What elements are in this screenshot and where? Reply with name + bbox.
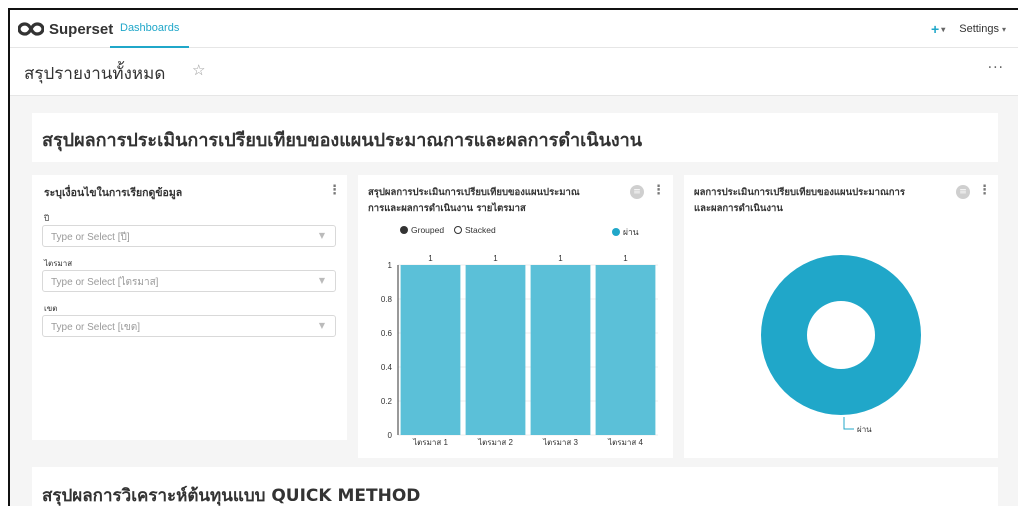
new-menu-button[interactable]: + ▾ (931, 21, 945, 37)
brand-logo[interactable]: Superset (18, 19, 113, 39)
bar-value-label: 1 (428, 254, 433, 263)
bar[interactable] (595, 265, 656, 435)
radio-unselected-icon (454, 226, 462, 234)
control-stacked-label: Stacked (465, 225, 496, 235)
radio-selected-icon (400, 226, 408, 234)
control-grouped-label: Grouped (411, 225, 445, 235)
dashboard-more-button[interactable]: ··· (988, 60, 1004, 76)
chevron-down-icon: ▼ (318, 321, 325, 330)
legend-item-pass[interactable]: ผ่าน (612, 225, 639, 239)
donut-slice[interactable] (761, 255, 921, 415)
chevron-down-icon: ▼ (318, 276, 325, 285)
bar-chart-title-line2: การและผลการดำเนินงาน รายไตรมาส (368, 203, 526, 214)
section-header-card-2: สรุปผลการวิเคราะห์ต้นทุนแบบ QUICK METHOD (32, 467, 998, 506)
plus-icon: + (931, 21, 940, 37)
filter-box-title: ระบุเงื่อนไขในการเรียกดูข้อมูล (44, 187, 183, 199)
donut-chart-title-line2: และผลการดำเนินงาน (694, 203, 783, 214)
bar-value-label: 1 (623, 254, 628, 263)
filter-select-year-placeholder: Type or Select [ปี] (51, 232, 130, 243)
section-header-text: สรุปผลการประเมินการเปรียบเทียบของแผนประม… (42, 130, 643, 151)
x-tick-label: ไตรมาส 4 (607, 438, 643, 447)
filter-select-quarter-placeholder: Type or Select [ไตรมาส] (51, 277, 159, 288)
x-tick-label: ไตรมาส 3 (542, 438, 578, 447)
card-menu-icon[interactable]: ⋮ (652, 183, 665, 198)
donut-chart-title-line1: ผลการประเมินการเปรียบเทียบของแผนประมาณกา… (694, 187, 905, 198)
y-tick-label: 0.6 (381, 329, 393, 338)
filter-select-zone[interactable]: Type or Select [เขต] ▼ (42, 315, 336, 337)
x-tick-label: ไตรมาส 1 (412, 438, 448, 447)
bar-chart-card: สรุปผลการประเมินการเปรียบเทียบของแผนประม… (358, 175, 673, 458)
x-tick-label: ไตรมาส 2 (477, 438, 513, 447)
slice-label-leader (843, 417, 854, 430)
nav-tab-dashboards[interactable]: Dashboards (110, 10, 190, 48)
bar-value-label: 1 (558, 254, 563, 263)
y-tick-label: 0.2 (381, 397, 393, 406)
card-menu-icon[interactable]: ⋮ (328, 183, 341, 198)
filter-select-quarter[interactable]: Type or Select [ไตรมาส] ▼ (42, 270, 336, 292)
app-frame: Superset Dashboards + ▾ Settings ▾ สรุปร… (8, 8, 1018, 506)
control-grouped[interactable]: Grouped (400, 225, 444, 235)
donut-chart-plot: ผ่าน (761, 255, 921, 434)
filter-indicator-icon[interactable]: ≡ (956, 185, 970, 199)
bar-chart-plot: 0 0.2 0.4 0.6 0.8 1 1 ไตรมาส 1 1 ไตรมาส 2 1 ไตรมาส … (381, 254, 658, 447)
slice-label: ผ่าน (857, 425, 872, 434)
filter-label-quarter: ไตรมาส (44, 259, 73, 268)
top-navbar: Superset Dashboards + ▾ Settings ▾ (10, 10, 1018, 48)
filter-box-card: ระบุเงื่อนไขในการเรียกดูข้อมูล ⋮ ปี Type… (32, 175, 347, 440)
y-tick-label: 0 (388, 431, 393, 440)
settings-label: Settings (959, 23, 999, 35)
chevron-down-icon: ▾ (1001, 24, 1006, 34)
bar[interactable] (400, 265, 461, 435)
favorite-star-icon[interactable]: ☆ (192, 61, 205, 79)
dashboard-title[interactable]: สรุปรายงานทั้งหมด (24, 60, 165, 87)
filter-label-zone: เขต (44, 304, 58, 313)
dashboard-header: สรุปรายงานทั้งหมด ☆ ··· (10, 48, 1018, 96)
navbar-right: + ▾ Settings ▾ (931, 10, 1006, 48)
bar-chart-title-line1: สรุปผลการประเมินการเปรียบเทียบของแผนประม… (368, 187, 580, 198)
y-tick-label: 0.4 (381, 363, 393, 372)
legend-dot-icon (612, 228, 620, 236)
bar[interactable] (465, 265, 526, 435)
superset-logo-icon (18, 22, 44, 36)
section-header-text-2: สรุปผลการวิเคราะห์ต้นทุนแบบ QUICK METHOD (42, 486, 421, 506)
card-menu-icon[interactable]: ⋮ (978, 183, 991, 198)
filter-select-year[interactable]: Type or Select [ปี] ▼ (42, 225, 336, 247)
chevron-down-icon: ▾ (941, 24, 946, 34)
donut-chart-card: ผลการประเมินการเปรียบเทียบของแผนประมาณกา… (684, 175, 998, 458)
y-tick-label: 1 (388, 261, 393, 270)
bar[interactable] (530, 265, 591, 435)
filter-label-year: ปี (44, 214, 50, 223)
control-stacked[interactable]: Stacked (454, 225, 496, 235)
brand-name: Superset (49, 20, 114, 38)
section-header-card: สรุปผลการประเมินการเปรียบเทียบของแผนประม… (32, 113, 998, 162)
legend-label: ผ่าน (623, 227, 639, 237)
y-tick-label: 0.8 (381, 295, 393, 304)
filter-indicator-icon[interactable]: ≡ (630, 185, 644, 199)
chevron-down-icon: ▼ (318, 231, 325, 240)
bar-value-label: 1 (493, 254, 498, 263)
settings-menu-button[interactable]: Settings ▾ (959, 23, 1006, 35)
filter-select-zone-placeholder: Type or Select [เขต] (51, 322, 141, 333)
